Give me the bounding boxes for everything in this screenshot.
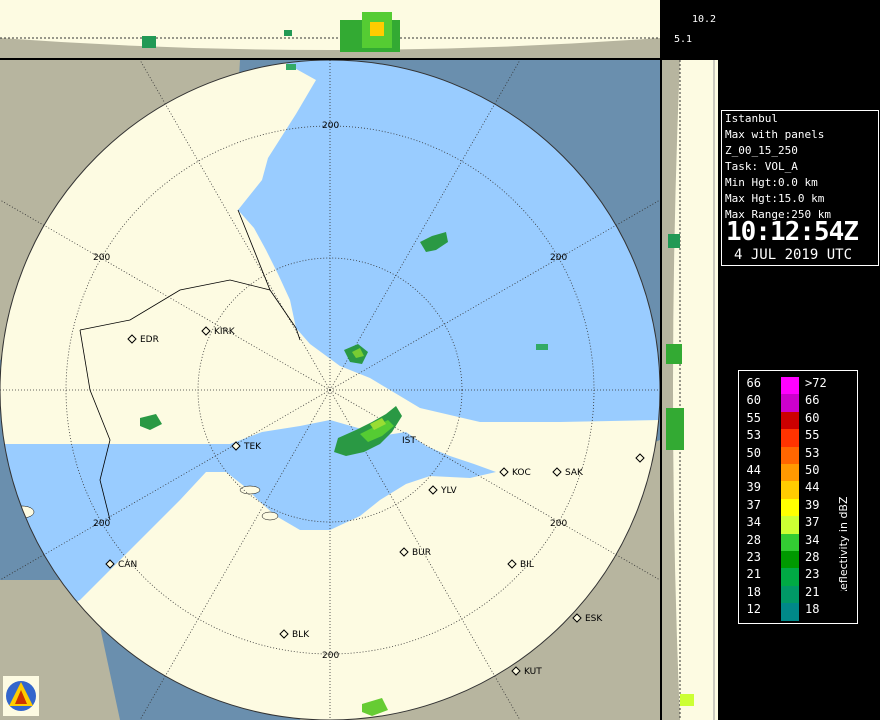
- legend-title-text: Reflectivity in dBZ: [837, 496, 850, 591]
- reflectivity-legend: 66 >72 60 66 55 60 53 55 50 53 44 50 39 44 37 39 34 37 28 3…: [738, 370, 858, 624]
- top-height-panel: [0, 0, 660, 58]
- site-label-edr: EDR: [140, 335, 159, 345]
- legend-swatch: [781, 498, 799, 517]
- side-echo-2: [666, 408, 684, 450]
- legend-low-value: 23: [746, 550, 761, 564]
- top-echo-3: [284, 30, 292, 36]
- observation-time: 10:12:54Z: [726, 217, 859, 247]
- site-label-blk: BLK: [292, 630, 310, 640]
- site-label-kirk: KIRK: [214, 327, 236, 337]
- legend-title: Reflectivity in dBZ: [837, 496, 850, 591]
- legend-low-value: 34: [746, 515, 761, 530]
- ring-label-n: 200: [322, 121, 339, 131]
- site-label-sak: SAK: [565, 468, 584, 478]
- legend-low-value: 50: [746, 445, 761, 460]
- site-label-esk: ESK: [585, 614, 603, 624]
- product-code: Z_00_15_250: [725, 144, 798, 157]
- logo-svg: [3, 676, 39, 716]
- radar-map[interactable]: 200 200 200 200 200 200 EDR KIRK TEK IST…: [0, 60, 660, 720]
- site-label-ist: IST: [402, 436, 416, 446]
- site-label-kut: KUT: [524, 667, 542, 677]
- echo-north-small: [286, 64, 296, 70]
- radar-name: Istanbul: [725, 112, 778, 125]
- legend-low-value: 12: [746, 602, 761, 617]
- product-name: Max with panels: [725, 128, 825, 141]
- side-echo-3: [668, 234, 680, 248]
- side-height-panel: [662, 60, 718, 720]
- top-panel-svg: [0, 0, 660, 58]
- legend-swatch: [781, 533, 799, 552]
- side-panel-svg: [662, 60, 718, 720]
- legend-high-value: 39: [805, 497, 820, 512]
- legend-swatch: [781, 446, 799, 465]
- legend-high-value: 55: [805, 428, 820, 443]
- legend-swatch: [781, 481, 799, 500]
- legend-high-value: 66: [805, 393, 820, 408]
- legend-low-value: 39: [746, 480, 761, 495]
- legend-high-value: >72: [805, 376, 827, 390]
- max-height: Max Hgt:15.0 km: [725, 192, 825, 205]
- legend-swatch: [781, 377, 799, 395]
- ring-label-se: 200: [550, 519, 567, 529]
- site-label-tek: TEK: [243, 442, 262, 452]
- ring-label-ne: 200: [550, 253, 567, 263]
- legend-low-value: 44: [746, 463, 761, 477]
- site-label-koc: KOC: [512, 468, 531, 478]
- legend-low-value: 21: [746, 567, 761, 582]
- legend-high-value: 18: [805, 602, 820, 617]
- legend-low-value: 66: [746, 376, 761, 390]
- legend-high-value: 53: [805, 445, 820, 460]
- site-label-bil: BIL: [520, 560, 534, 570]
- legend-swatch: [781, 568, 799, 587]
- height-label-upper: 10.2: [692, 14, 717, 25]
- site-label-can: CAN: [118, 560, 137, 570]
- ring-label-sw: 200: [93, 519, 110, 529]
- radar-map-svg[interactable]: 200 200 200 200 200 200 EDR KIRK TEK IST…: [0, 60, 660, 720]
- top-echo-2: [142, 36, 156, 48]
- legend-swatch: [781, 464, 799, 482]
- legend-high-value: 21: [805, 584, 820, 599]
- mgm-logo-icon: [3, 676, 39, 716]
- ring-label-nw: 200: [93, 253, 110, 263]
- side-echo-4: [680, 694, 694, 706]
- legend-high-value: 44: [805, 480, 820, 495]
- min-height: Min Hgt:0.0 km: [725, 176, 818, 189]
- site-label-bur: BUR: [412, 548, 431, 558]
- legend-swatch: [781, 516, 799, 535]
- legend-low-value: 37: [746, 497, 761, 512]
- legend-swatch: [781, 603, 799, 622]
- radar-info-box: Istanbul Max with panels Z_00_15_250 Tas…: [721, 110, 879, 266]
- observation-date: 4 JUL 2019 UTC: [734, 247, 853, 263]
- legend-high-value: 34: [805, 532, 820, 547]
- legend-low-value: 53: [746, 428, 761, 443]
- site-label-ylv: YLV: [440, 486, 458, 496]
- legend-high-value: 28: [805, 550, 820, 564]
- legend-low-value: 60: [746, 393, 761, 408]
- legend-swatch: [781, 551, 799, 569]
- task-name: Task: VOL_A: [725, 160, 798, 173]
- legend-high-value: 50: [805, 463, 820, 477]
- ring-label-s: 200: [322, 651, 339, 661]
- legend-low-value: 28: [746, 532, 761, 547]
- legend-swatch: [781, 585, 799, 604]
- side-echo-1: [666, 344, 682, 364]
- legend-swatch: [781, 411, 799, 430]
- legend-high-value: 37: [805, 515, 820, 530]
- height-label-lower: 5.1: [674, 34, 693, 45]
- echo-ne-small: [536, 344, 548, 350]
- legend-high-value: 23: [805, 567, 820, 582]
- legend-low-value: 55: [746, 410, 761, 425]
- legend-low-value: 18: [746, 584, 761, 599]
- legend-high-value: 60: [805, 410, 820, 425]
- legend-swatch: [781, 394, 799, 413]
- legend-swatch: [781, 429, 799, 448]
